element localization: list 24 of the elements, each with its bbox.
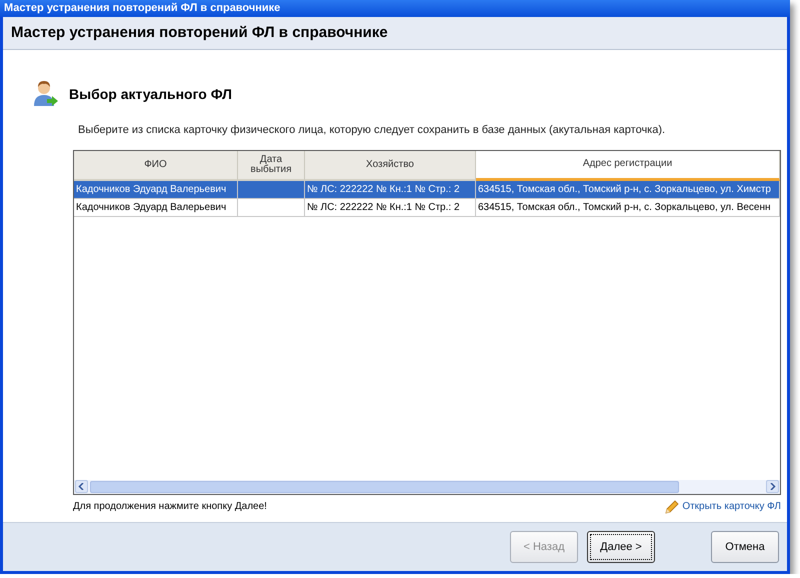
scroll-left-button[interactable] (75, 480, 88, 494)
window-title: Мастер устранения повторений ФЛ в справочнике (3, 2, 282, 14)
open-card-link[interactable]: Открыть карточку ФЛ (682, 501, 781, 512)
horizontal-scrollbar[interactable] (74, 480, 780, 494)
wizard-button[interactable]: Отмена (711, 530, 779, 563)
table-cell: Кадочников Эдуард Валерьевич (74, 180, 238, 198)
table-cell: 634515, Томская обл., Томский р-н, с. Зоркальцево, ул. Весенн (476, 198, 780, 216)
chevron-left-icon (78, 483, 85, 490)
user-icon (33, 80, 59, 108)
table-row[interactable]: Кадочников Эдуард Валерьевич № ЛС: 222222 № Кн.:1 № Стр.: 2 634515, Томская обл., Томский р-н, с. Зоркальцево, ул. Химстр (74, 180, 780, 199)
table-cell: № ЛС: 222222 № Кн.:1 № Стр.: 2 (305, 180, 476, 198)
table-row[interactable]: Кадочников Эдуард Валерьевич № ЛС: 222222 № Кн.:1 № Стр.: 2 634515, Томская обл., Томский р-н, с. Зоркальцево, ул. Весенн (74, 198, 780, 217)
step-description: Выберите из списка карточку физического лица, которую следует сохранить в базе данных (акутальная карточка). (78, 124, 666, 136)
pencil-icon (665, 500, 680, 514)
scroll-right-button[interactable] (766, 480, 779, 494)
wizard-button[interactable]: Далее > (587, 530, 655, 563)
column-header[interactable]: Адрес регистрации (476, 150, 780, 181)
step-title: Выбор актуального ФЛ (69, 86, 232, 102)
table-cell: № ЛС: 222222 № Кн.:1 № Стр.: 2 (305, 198, 476, 216)
chevron-right-icon (769, 483, 776, 490)
wizard-title: Мастер устранения повторений ФЛ в справочнике (11, 24, 388, 42)
table-cell: 634515, Томская обл., Томский р-н, с. Зоркальцево, ул. Химстр (476, 180, 780, 198)
hint-text: Для продолжения нажмите кнопку Далее! (73, 501, 267, 512)
table-cell: Кадочников Эдуард Валерьевич (74, 198, 238, 216)
